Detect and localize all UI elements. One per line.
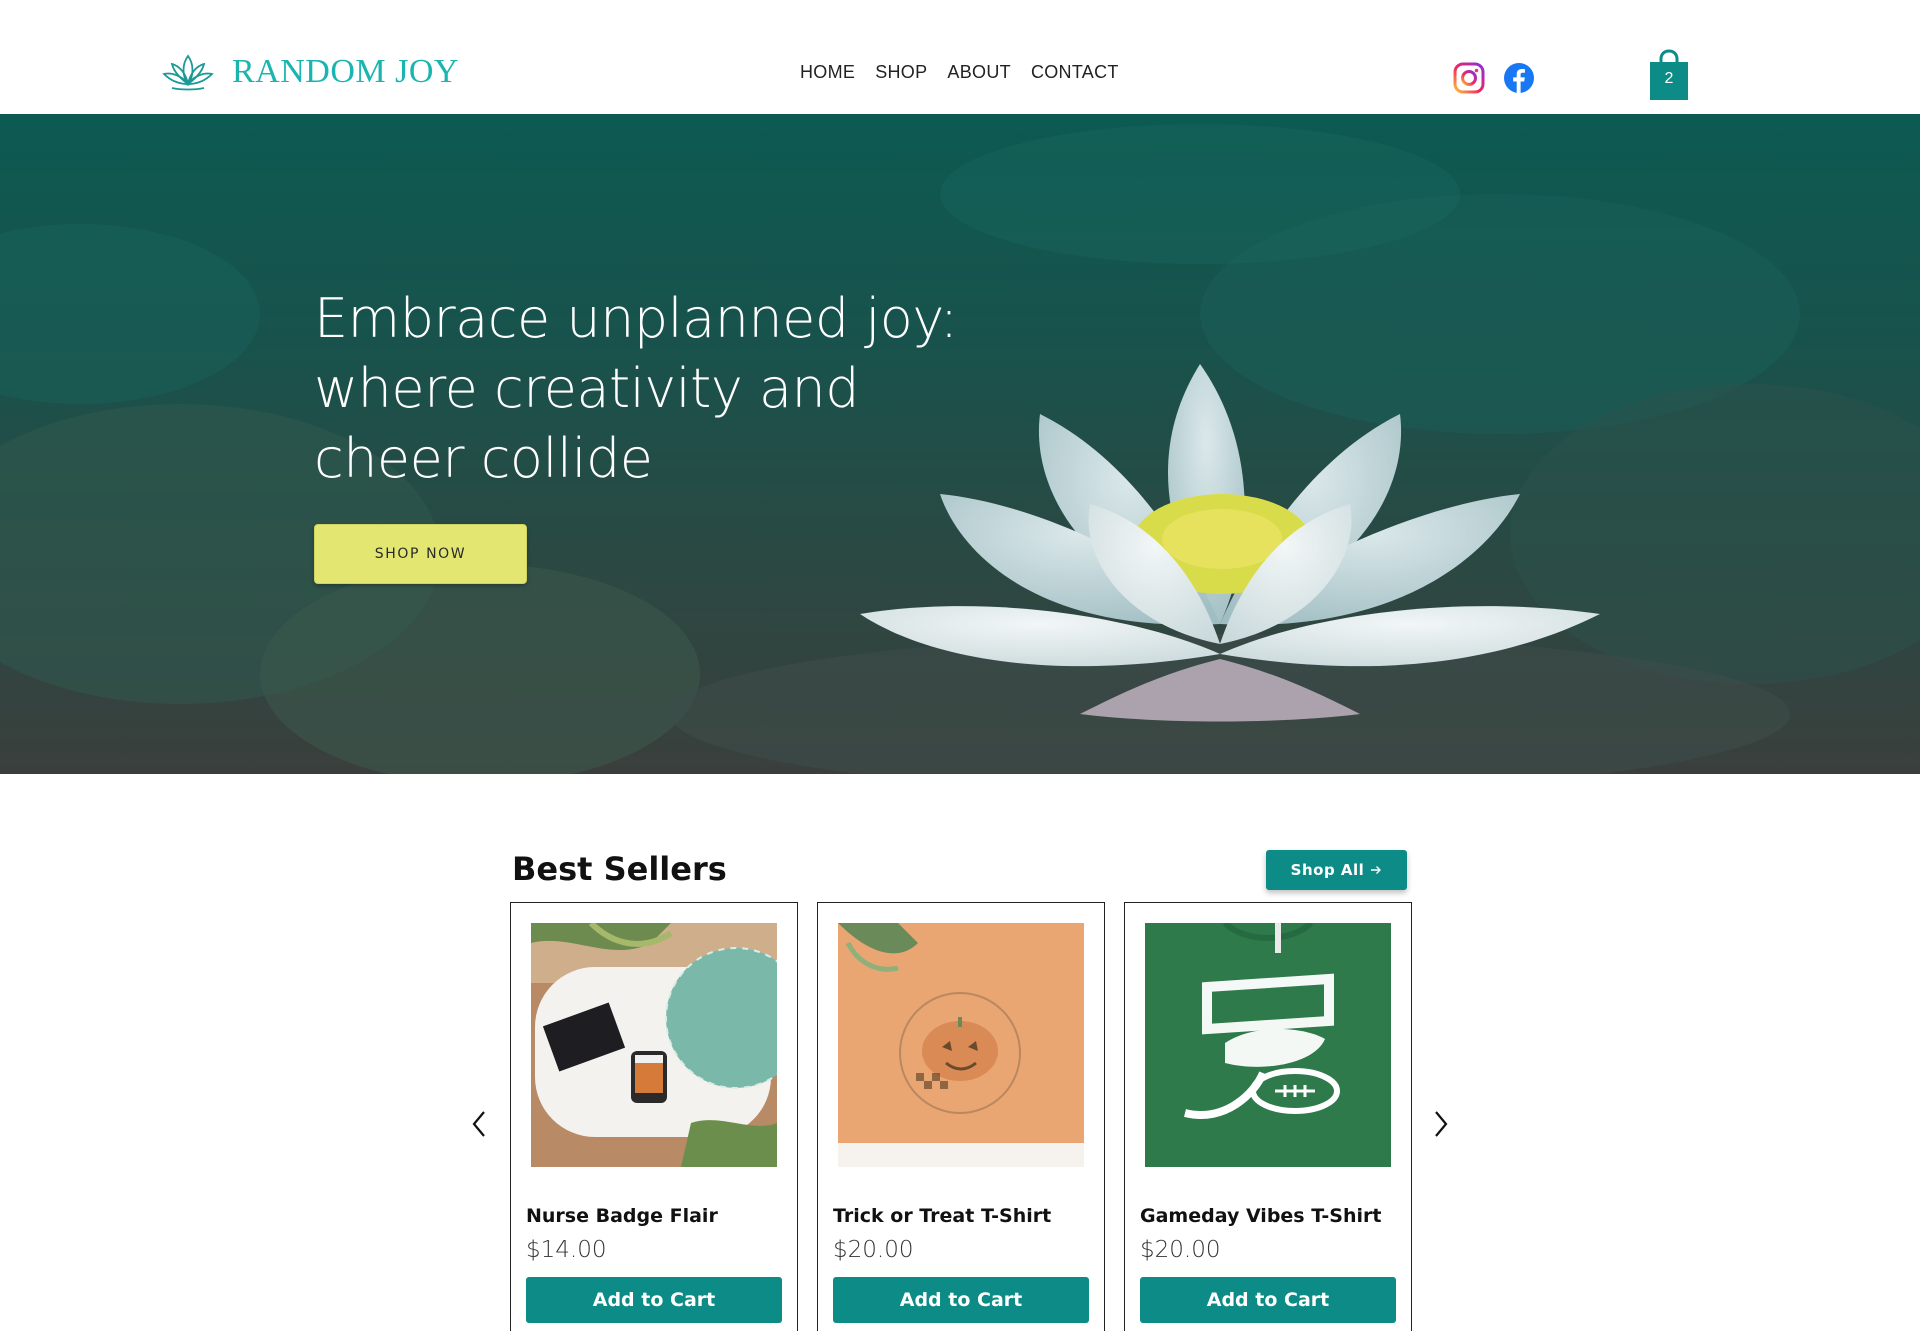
brand-logo[interactable]: RANDOM JOY (162, 50, 459, 94)
hero-headline-line-2: where creativity and (314, 357, 860, 420)
product-image-nurse-badge-flair[interactable] (531, 923, 777, 1167)
instagram-icon[interactable] (1453, 62, 1485, 94)
nav-item-home[interactable]: HOME (800, 62, 855, 83)
carousel-prev-icon[interactable] (468, 1108, 492, 1140)
cart-button[interactable]: 2 (1647, 48, 1691, 102)
product-card[interactable]: Trick or Treat T-Shirt $20.00 Add to Car… (817, 902, 1105, 1331)
product-card[interactable]: Gameday Vibes T-Shirt $20.00 Add to Cart (1124, 902, 1412, 1331)
arrow-right-icon (1371, 866, 1382, 874)
nav-item-shop[interactable]: SHOP (875, 62, 927, 83)
hero-banner: Embrace unplanned joy: where creativity … (0, 114, 1920, 774)
product-image-trick-or-treat-t-shirt[interactable] (838, 923, 1084, 1167)
product-image-gameday-vibes-t-shirt[interactable] (1145, 923, 1391, 1167)
product-card[interactable]: Nurse Badge Flair $14.00 Add to Cart (510, 902, 798, 1331)
shop-all-label: Shop All (1290, 861, 1365, 879)
product-price: $20.00 (1140, 1237, 1221, 1263)
hero-headline: Embrace unplanned joy: where creativity … (314, 284, 1014, 494)
social-links (1453, 62, 1535, 94)
product-price: $14.00 (526, 1237, 607, 1263)
lotus-icon (162, 54, 214, 91)
cart-count-badge: 2 (1664, 70, 1674, 87)
product-name[interactable]: Trick or Treat T-Shirt (833, 1205, 1051, 1227)
add-to-cart-button[interactable]: Add to Cart (526, 1277, 782, 1323)
nav-item-contact[interactable]: CONTACT (1031, 62, 1119, 83)
nav-item-about[interactable]: ABOUT (947, 62, 1011, 83)
shop-now-button[interactable]: SHOP NOW (314, 524, 527, 584)
hero-headline-line-3: cheer collide (314, 427, 653, 490)
product-name[interactable]: Gameday Vibes T-Shirt (1140, 1205, 1381, 1227)
hero-headline-line-1: Embrace unplanned joy: (314, 287, 958, 350)
product-price: $20.00 (833, 1237, 914, 1263)
carousel-next-icon[interactable] (1428, 1108, 1452, 1140)
site-header: RANDOM JOY HOME SHOP ABOUT CONTACT 2 (0, 0, 1920, 114)
best-sellers-title: Best Sellers (512, 850, 727, 888)
brand-name: RANDOM JOY (232, 53, 459, 90)
main-nav: HOME SHOP ABOUT CONTACT (800, 62, 1119, 83)
shop-all-button[interactable]: Shop All (1266, 850, 1407, 890)
add-to-cart-button[interactable]: Add to Cart (1140, 1277, 1396, 1323)
product-name[interactable]: Nurse Badge Flair (526, 1205, 718, 1227)
facebook-icon[interactable] (1503, 62, 1535, 94)
add-to-cart-button[interactable]: Add to Cart (833, 1277, 1089, 1323)
